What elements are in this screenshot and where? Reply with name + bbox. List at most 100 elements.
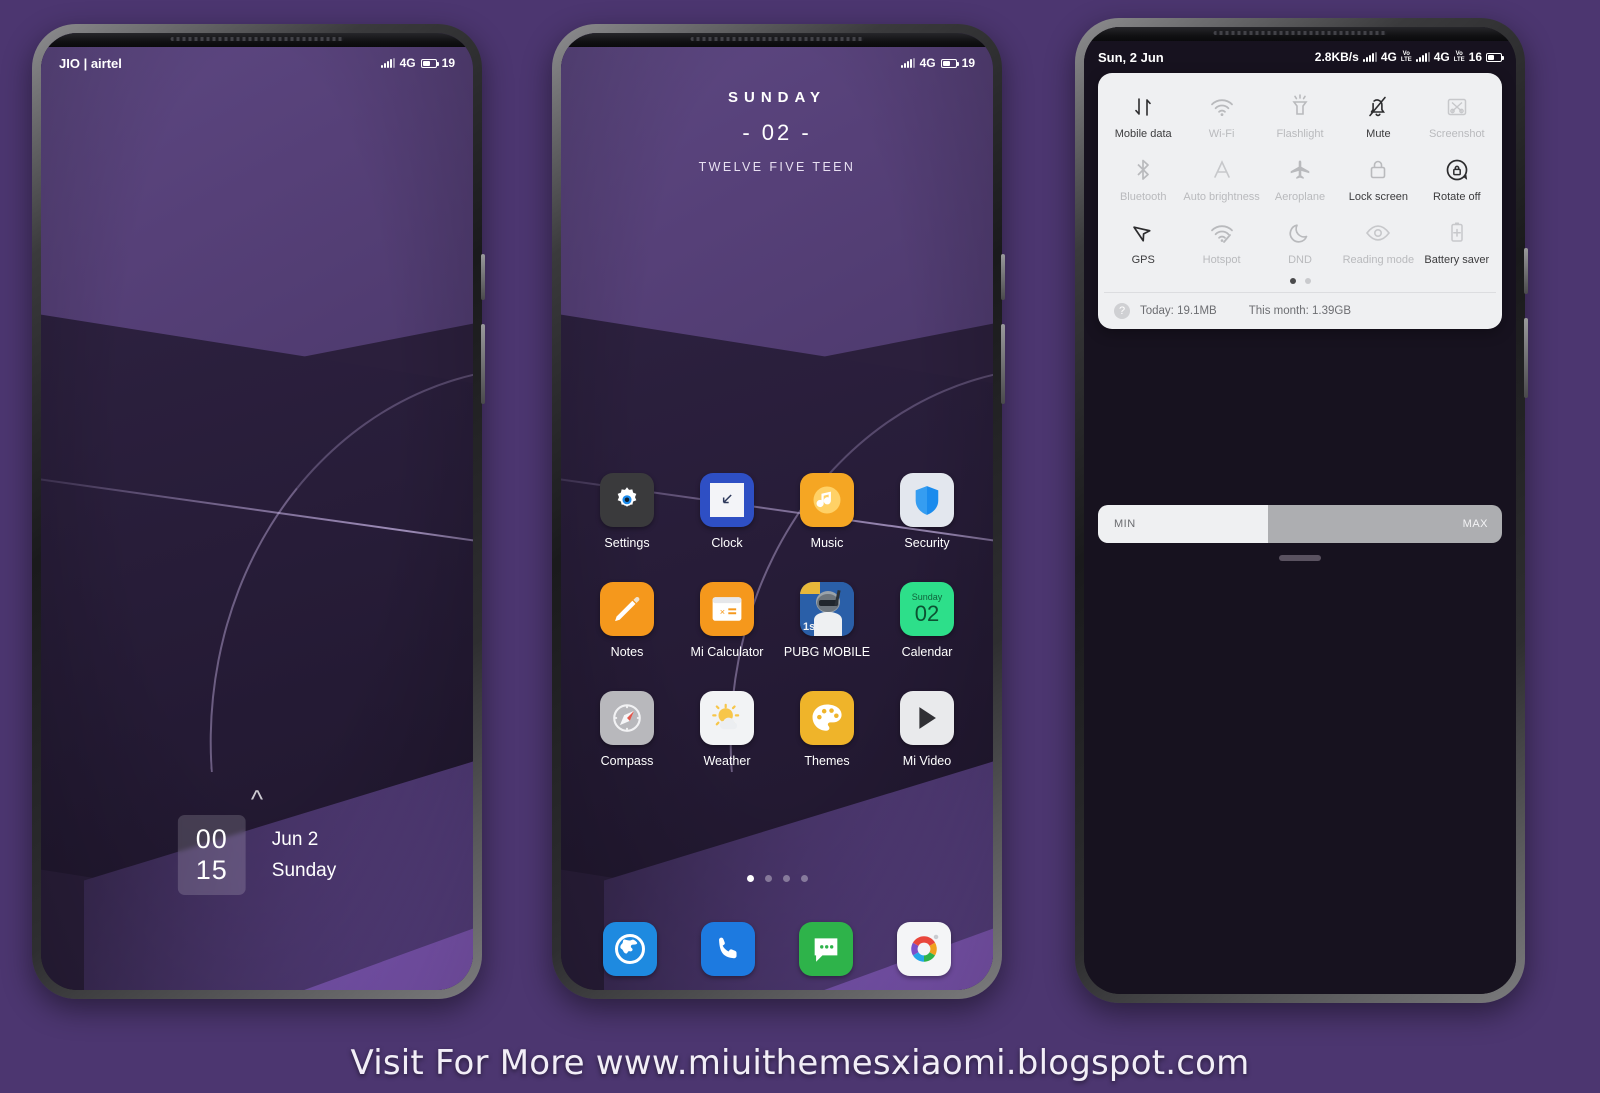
app-label: Themes [804, 754, 850, 768]
home-clock-time-words: TWELVE FIVE TEEN [698, 160, 856, 174]
qs-tile-screenshot[interactable]: Screenshot [1418, 89, 1496, 140]
qs-tile-aeroplane[interactable]: Aeroplane [1261, 152, 1339, 203]
moon-icon [1289, 224, 1308, 243]
app-weather[interactable]: Weather [677, 691, 777, 768]
airplane-icon [1290, 160, 1310, 179]
qs-tile-hotspot[interactable]: Hotspot [1182, 215, 1260, 266]
data-usage-today: Today: 19.1MB [1140, 305, 1217, 317]
app-calendar[interactable]: Sunday 02 Calendar [877, 582, 977, 659]
qs-tile-dnd[interactable]: DND [1261, 215, 1339, 266]
page-dot[interactable] [782, 875, 790, 882]
app-label: Security [904, 536, 950, 550]
app-notes[interactable]: Notes [577, 582, 677, 659]
power-button[interactable] [1001, 254, 1005, 300]
app-themes[interactable]: Themes [777, 691, 877, 768]
brightness-max-label: MAX [1462, 518, 1488, 530]
app-label: Music [810, 536, 844, 550]
battery-icon [420, 58, 439, 68]
qs-label: Wi-Fi [1208, 128, 1235, 140]
app-grid: Settings Clock Music Security Notes × Mi… [561, 473, 993, 768]
app-mi-video[interactable]: Mi Video [877, 691, 977, 768]
dock-browser[interactable] [603, 922, 657, 976]
volume-button[interactable] [481, 324, 485, 404]
homescreen-statusbar: 4G 19 [561, 47, 993, 79]
qs-tile-rotate-off[interactable]: Rotate off [1418, 152, 1496, 203]
qs-tile-lock-screen[interactable]: Lock screen [1339, 152, 1417, 203]
lock-date: Jun 2 [271, 829, 319, 850]
shield-icon [915, 485, 939, 515]
rotate-lock-icon [1446, 159, 1468, 181]
dock-messages[interactable] [799, 922, 853, 976]
app-label: Calendar [901, 645, 953, 659]
qs-tile-flashlight[interactable]: Flashlight [1261, 89, 1339, 140]
qs-tile-bluetooth[interactable]: Bluetooth [1104, 152, 1182, 203]
flashlight-icon [1292, 94, 1308, 115]
app-music[interactable]: Music [777, 473, 877, 550]
app-clock[interactable]: Clock [677, 473, 777, 550]
app-pubg-mobile[interactable]: 1st PUBG MOBILE [777, 582, 877, 659]
chevron-up-icon[interactable]: ^ [251, 786, 263, 812]
dock-camera[interactable] [897, 922, 951, 976]
network-type-label: 4G [919, 56, 936, 70]
page-dot[interactable] [746, 875, 754, 882]
qs-tile-auto-brightness[interactable]: Auto brightness [1182, 152, 1260, 203]
calendar-day: 02 [914, 601, 940, 626]
volte-icon-1: Vo LTE [1400, 51, 1412, 63]
data-usage-month: This month: 1.39GB [1248, 305, 1351, 317]
app-compass[interactable]: Compass [577, 691, 677, 768]
qs-tile-gps[interactable]: GPS [1104, 215, 1182, 266]
volume-button[interactable] [1001, 324, 1005, 404]
phone-quicksettings: Sun, 2 Jun 2.8KB/s 4G Vo LTE 4G Vo LTE 16 [1075, 18, 1528, 1003]
lock-minute: 15 [195, 855, 228, 885]
app-security[interactable]: Security [877, 473, 977, 550]
pubg-soldier-icon: 1st [800, 582, 854, 636]
power-button[interactable] [481, 254, 485, 300]
home-clock-widget[interactable]: SUNDAY - 02 - TWELVE FIVE TEEN [561, 89, 993, 174]
bluetooth-icon [1137, 159, 1150, 180]
power-button[interactable] [1524, 248, 1528, 294]
phone-homescreen: 4G 19 SUNDAY - 02 - TWELVE FIVE TEEN Set… [552, 24, 1005, 999]
panel-drag-handle[interactable] [1279, 555, 1321, 561]
screenshot-icon [1447, 98, 1467, 116]
top-bezel [561, 33, 993, 47]
app-mi-calculator[interactable]: × Mi Calculator [677, 582, 777, 659]
qs-tile-battery-saver[interactable]: Battery saver [1418, 215, 1496, 266]
page-dot[interactable] [800, 875, 808, 882]
globe-icon [615, 934, 645, 964]
svg-text:×: × [720, 607, 725, 617]
dock-phone[interactable] [701, 922, 755, 976]
page-dot[interactable] [764, 875, 772, 882]
qs-label: Auto brightness [1183, 191, 1260, 203]
battery-icon [1486, 52, 1504, 62]
qs-page-indicator[interactable] [1104, 278, 1496, 284]
home-clock-day: - 02 - [742, 120, 812, 145]
carrier-label: JIO | airtel [59, 55, 122, 71]
data-usage-bar[interactable]: ? Today: 19.1MB This month: 1.39GB [1104, 292, 1496, 319]
lock-time: 00 15 [177, 815, 246, 895]
brightness-slider[interactable]: MIN MAX [1098, 505, 1502, 543]
qs-tile-mobile-data[interactable]: Mobile data [1104, 89, 1182, 140]
home-page-indicator[interactable] [561, 875, 993, 882]
qs-label: Battery saver [1424, 254, 1490, 266]
app-label: Mi Calculator [690, 645, 764, 659]
qs-tile-reading-mode[interactable]: Reading mode [1339, 215, 1417, 266]
lockscreen-clock-widget[interactable]: ^ 00 15 Jun 2 Sunday [177, 786, 336, 895]
bell-muted-icon [1369, 96, 1387, 117]
top-bezel [1084, 27, 1516, 41]
home-clock-weekday: SUNDAY [728, 89, 826, 106]
qs-tile-wifi[interactable]: Wi-Fi [1182, 89, 1260, 140]
music-note-icon [813, 486, 841, 514]
qs-page-dot[interactable] [1304, 278, 1311, 284]
qs-page-dot[interactable] [1289, 278, 1296, 284]
lock-icon [1371, 160, 1386, 179]
question-icon[interactable]: ? [1114, 303, 1130, 319]
battery-icon [940, 58, 959, 68]
sun-cloud-icon [712, 703, 740, 730]
volte-icon-2: Vo LTE [1453, 51, 1465, 63]
app-settings[interactable]: Settings [577, 473, 677, 550]
phone-icon [719, 937, 737, 959]
auto-brightness-icon [1213, 160, 1230, 178]
qs-tile-mute[interactable]: Mute [1339, 89, 1417, 140]
volume-button[interactable] [1524, 318, 1528, 398]
quicksettings-statusbar: Sun, 2 Jun 2.8KB/s 4G Vo LTE 4G Vo LTE 16 [1084, 41, 1516, 73]
